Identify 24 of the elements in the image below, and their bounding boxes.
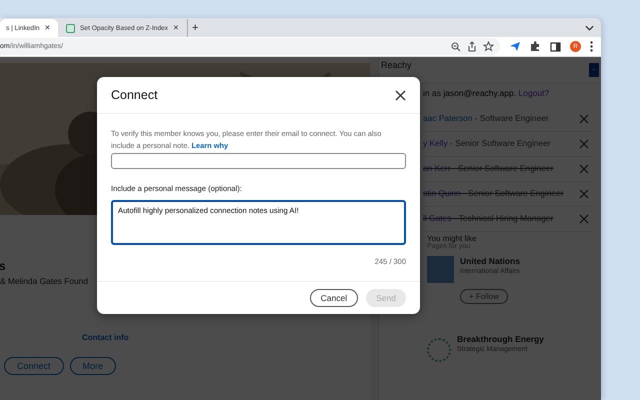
sidebar-icon[interactable] <box>550 42 561 52</box>
panel-title: Reachy <box>381 60 412 70</box>
chevron-down-icon[interactable] <box>585 25 594 31</box>
menu-icon[interactable] <box>590 41 593 52</box>
lead-text: ll Gates - Technical Hiring Manager <box>423 212 554 226</box>
close-icon[interactable] <box>395 90 406 100</box>
share-icon[interactable] <box>467 41 477 52</box>
logout-link[interactable]: Logout? <box>518 88 550 98</box>
star-icon[interactable] <box>483 41 494 52</box>
lead-text: stin Quinn - Senior Software Engineer <box>423 187 565 200</box>
profile-headline: & Melinda Gates Found <box>0 276 89 286</box>
puzzle-icon[interactable] <box>530 41 541 52</box>
dialog-title: Connect <box>111 88 158 102</box>
lead-text: an Kerr - Senior Software Engineer <box>423 162 554 176</box>
lead-text: y Kelly - Senior Software Engineer <box>423 137 552 150</box>
email-field[interactable] <box>111 152 406 169</box>
page-icon <box>66 24 75 32</box>
section-title: You might like <box>427 234 478 244</box>
cancel-button[interactable]: Cancel <box>310 289 358 307</box>
page-name[interactable]: United Nations <box>460 256 520 266</box>
zoom-icon[interactable] <box>451 42 461 52</box>
lead-text: aac Paterson - Software Engineer <box>423 112 550 125</box>
send-icon[interactable] <box>509 41 521 52</box>
page-name[interactable]: Breakthrough Energy <box>457 334 544 344</box>
